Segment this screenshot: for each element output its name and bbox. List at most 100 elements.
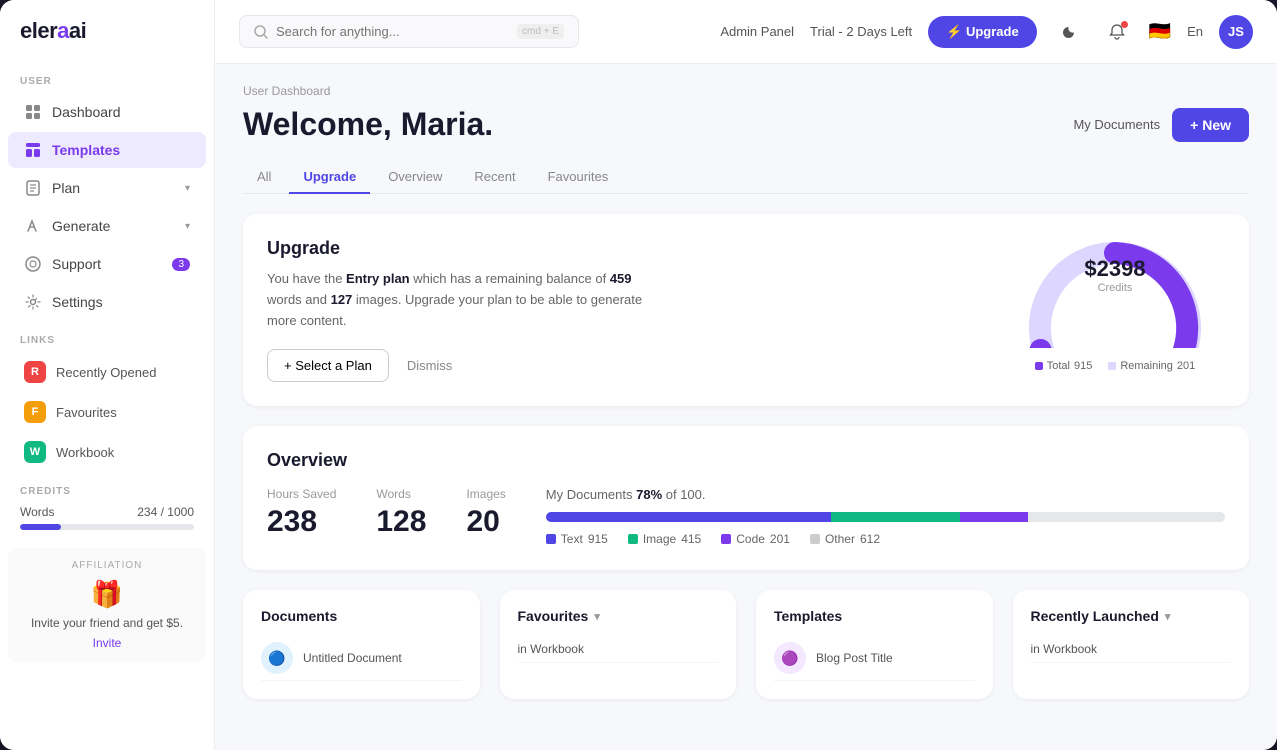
user-avatar[interactable]: JS: [1219, 15, 1253, 49]
select-plan-button[interactable]: + Select a Plan: [267, 349, 389, 382]
search-shortcut: cmd + E: [517, 24, 564, 39]
words-value: 128: [376, 505, 426, 539]
docs-progress-bar: [546, 512, 1225, 522]
list-item[interactable]: 🟣 Blog Post Title: [774, 636, 975, 681]
content-area: User Dashboard Welcome, Maria. My Docume…: [215, 64, 1277, 750]
donut-center: $2398 Credits: [1084, 256, 1145, 294]
generate-chevron-icon: ▾: [185, 221, 190, 232]
support-badge: 3: [172, 258, 190, 271]
recently-launched-title: Recently Launched ▾: [1031, 608, 1232, 624]
affiliation-label: AFFILIATION: [24, 560, 190, 571]
legend-text-dot: [546, 534, 556, 544]
favourites-avatar: F: [24, 401, 46, 423]
workbook-label: Workbook: [56, 445, 114, 460]
legend-text: Text 915: [546, 532, 608, 546]
credits-section: CREDITS Words 234 / 1000: [0, 472, 214, 540]
sidebar-item-support[interactable]: Support 3: [8, 246, 206, 282]
recently-opened-label: Recently Opened: [56, 365, 156, 380]
legend-image-value: 415: [681, 532, 701, 546]
header: cmd + E Admin Panel Trial - 2 Days Left …: [215, 0, 1277, 64]
legend-other-value: 612: [860, 532, 880, 546]
sidebar-item-support-label: Support: [52, 256, 101, 272]
images-label: Images: [466, 487, 505, 501]
upgrade-button[interactable]: ⚡ Upgrade: [928, 16, 1037, 48]
plan-chevron-icon: ▾: [185, 183, 190, 194]
search-icon: [254, 25, 268, 39]
credits-label: CREDITS: [20, 486, 194, 497]
legend-other: Other 612: [810, 532, 880, 546]
tabs-bar: All Upgrade Overview Recent Favourites: [243, 161, 1249, 194]
hours-saved-label: Hours Saved: [267, 487, 336, 501]
logo: eleraai: [0, 0, 214, 62]
admin-panel-link[interactable]: Admin Panel: [720, 24, 794, 39]
favourites-card: Favourites ▾ in Workbook: [500, 590, 737, 699]
sidebar-item-generate[interactable]: Generate ▾: [8, 208, 206, 244]
new-button[interactable]: + New: [1172, 108, 1249, 142]
settings-icon: [24, 293, 42, 311]
tab-upgrade[interactable]: Upgrade: [289, 161, 370, 194]
my-documents-button[interactable]: My Documents: [1073, 117, 1160, 132]
tab-recent[interactable]: Recent: [460, 161, 529, 194]
credits-bar-fill: [20, 524, 61, 530]
legend-code-dot: [721, 534, 731, 544]
dark-mode-toggle[interactable]: [1053, 16, 1085, 48]
images-value: 20: [466, 505, 505, 539]
favourites-card-title: Favourites ▾: [518, 608, 719, 624]
sidebar-item-templates[interactable]: Templates: [8, 132, 206, 168]
tab-overview[interactable]: Overview: [374, 161, 456, 194]
bar-image: [831, 512, 960, 522]
main-area: cmd + E Admin Panel Trial - 2 Days Left …: [215, 0, 1277, 750]
language-label[interactable]: En: [1187, 24, 1203, 39]
recent-sub: in Workbook: [1031, 642, 1097, 656]
list-item[interactable]: 🔵 Untitled Document: [261, 636, 462, 681]
sidebar-item-settings[interactable]: Settings: [8, 284, 206, 320]
breadcrumb: User Dashboard: [243, 84, 1249, 98]
bar-code: [960, 512, 1028, 522]
legend-total: Total 915: [1035, 360, 1093, 372]
list-item[interactable]: in Workbook: [1031, 636, 1232, 663]
recently-opened-avatar: R: [24, 361, 46, 383]
favourites-chevron-icon: ▾: [594, 610, 600, 623]
search-box[interactable]: cmd + E: [239, 15, 579, 48]
sidebar-item-dashboard[interactable]: Dashboard: [8, 94, 206, 130]
sidebar-item-recently-opened[interactable]: R Recently Opened: [8, 353, 206, 391]
search-input[interactable]: [276, 24, 509, 39]
legend-image: Image 415: [628, 532, 701, 546]
templates-icon: [24, 141, 42, 159]
legend-total-dot: [1035, 362, 1043, 370]
legend-remaining-value: 201: [1177, 360, 1195, 372]
tab-favourites[interactable]: Favourites: [534, 161, 623, 194]
sidebar-item-settings-label: Settings: [52, 294, 103, 310]
doc-info: Untitled Document: [303, 651, 402, 665]
stat-images: Images 20: [466, 487, 505, 546]
credits-bar: [20, 524, 194, 530]
donut-legend: Total 915 Remaining 201: [1035, 360, 1196, 372]
donut-amount: $2398: [1084, 256, 1145, 282]
upgrade-actions: + Select a Plan Dismiss: [267, 349, 1005, 382]
legend-text-value: 915: [588, 532, 608, 546]
legend-code-label: Code: [736, 532, 765, 546]
invite-button[interactable]: Invite: [24, 636, 190, 650]
dismiss-button[interactable]: Dismiss: [399, 350, 461, 381]
gift-icon: 🎁: [24, 579, 190, 610]
dashboard-icon: [24, 103, 42, 121]
flag-icon: 🇩🇪: [1149, 21, 1171, 42]
overview-docs: My Documents 78% of 100. Text: [546, 487, 1225, 546]
sidebar-item-workbook[interactable]: W Workbook: [8, 433, 206, 471]
sidebar-item-generate-label: Generate: [52, 218, 110, 234]
fav-sub: in Workbook: [518, 642, 584, 656]
credits-words: Words 234 / 1000: [20, 505, 194, 519]
donut-label: Credits: [1084, 282, 1145, 294]
trial-badge: Trial - 2 Days Left: [810, 24, 912, 39]
credits-words-label: Words: [20, 505, 54, 519]
documents-card: Documents 🔵 Untitled Document: [243, 590, 480, 699]
notifications-button[interactable]: [1101, 16, 1133, 48]
tab-all[interactable]: All: [243, 161, 285, 194]
recently-launched-card: Recently Launched ▾ in Workbook: [1013, 590, 1250, 699]
upgrade-description: You have the Entry plan which has a rema…: [267, 269, 647, 331]
list-item[interactable]: in Workbook: [518, 636, 719, 663]
legend-total-value: 915: [1074, 360, 1092, 372]
sidebar-item-dashboard-label: Dashboard: [52, 104, 121, 120]
sidebar-item-favourites[interactable]: F Favourites: [8, 393, 206, 431]
sidebar-item-plan[interactable]: Plan ▾: [8, 170, 206, 206]
